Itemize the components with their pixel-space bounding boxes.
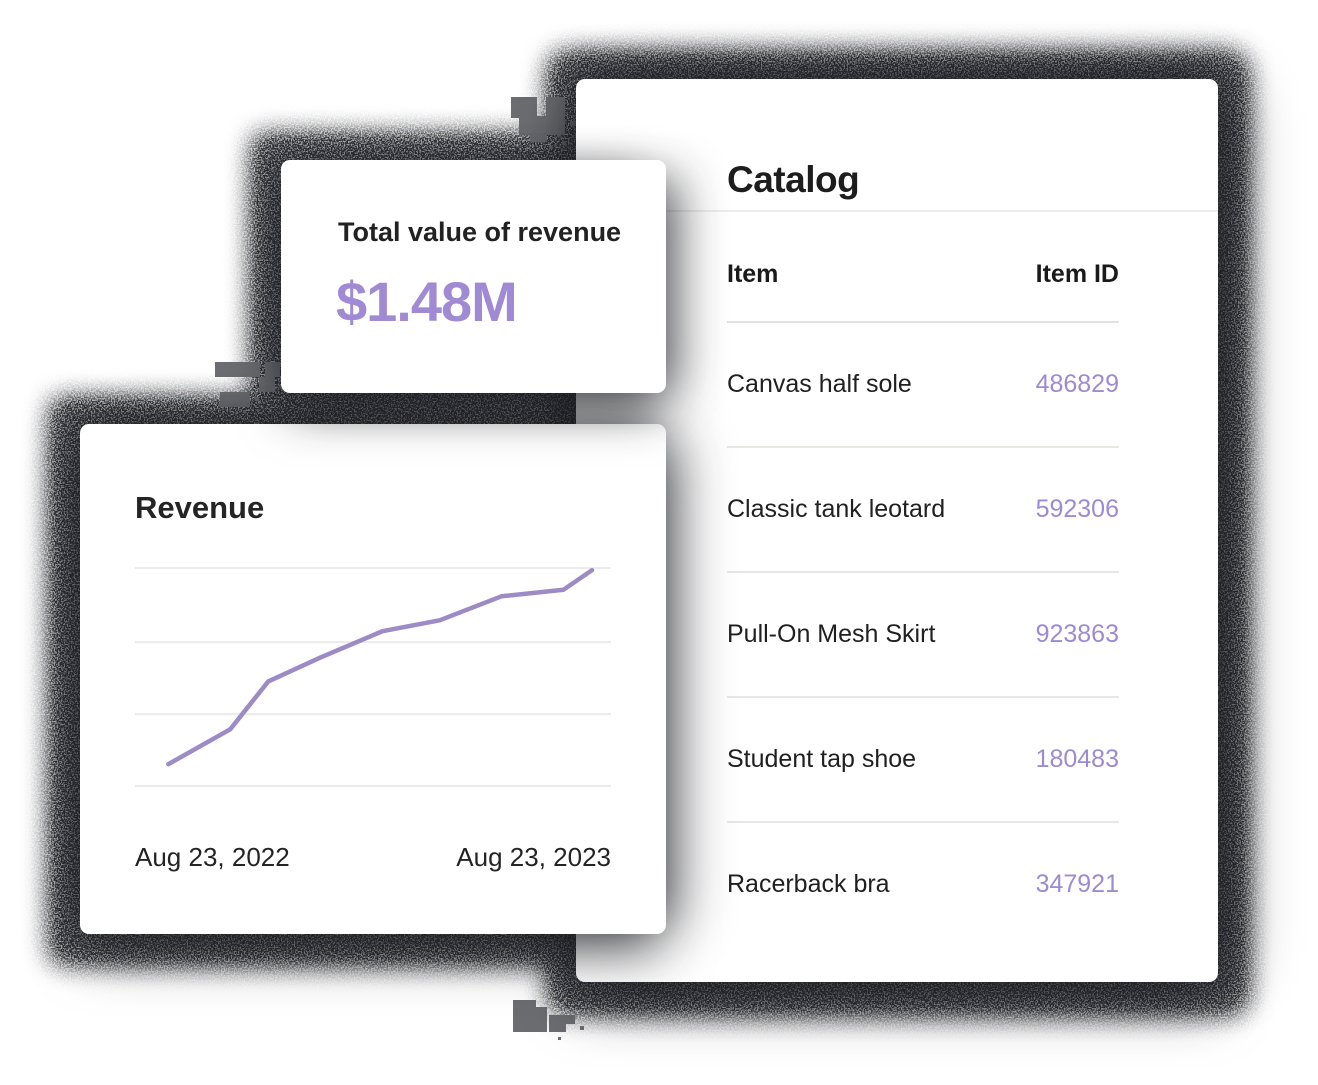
item-id-cell: 923863 [1035,620,1119,648]
revenue-chart-card: Revenue Aug 23, 2022 Aug 23, 2023 [80,424,666,934]
catalog-card: Catalog Item Item ID Canvas half sole 48… [576,79,1218,982]
item-id-cell: 486829 [1035,370,1119,398]
revenue-line-series [166,567,595,767]
catalog-table: Item Item ID Canvas half sole 486829 Cla… [727,211,1119,946]
table-row[interactable]: Student tap shoe 180483 [727,698,1119,823]
column-header-item: Item [727,259,779,288]
table-row[interactable]: Racerback bra 347921 [727,823,1119,946]
item-id-cell: 347921 [1035,870,1119,898]
dashboard-stage: Catalog Item Item ID Canvas half sole 48… [0,0,1318,1085]
total-revenue-card: Total value of revenue $1.48M [281,160,666,393]
total-revenue-value: $1.48M [336,270,518,333]
item-name-cell: Pull-On Mesh Skirt [727,620,936,648]
revenue-chart-title: Revenue [135,490,265,525]
item-id-cell: 180483 [1035,745,1119,773]
x-axis-end-label: Aug 23, 2023 [456,842,611,872]
column-header-item-id: Item ID [1035,259,1119,288]
table-row[interactable]: Pull-On Mesh Skirt 923863 [727,573,1119,698]
item-name-cell: Classic tank leotard [727,495,946,523]
item-name-cell: Canvas half sole [727,370,912,398]
catalog-table-header-row: Item Item ID [727,211,1119,323]
x-axis-labels: Aug 23, 2022 Aug 23, 2023 [135,842,611,873]
total-revenue-label: Total value of revenue [338,217,622,247]
item-id-cell: 592306 [1035,495,1119,523]
item-name-cell: Student tap shoe [727,745,917,773]
item-name-cell: Racerback bra [727,870,890,898]
catalog-card-title: Catalog [727,158,860,200]
x-axis-start-label: Aug 23, 2022 [135,842,290,872]
table-row[interactable]: Canvas half sole 486829 [727,323,1119,448]
revenue-chart-svg [135,567,611,787]
table-row[interactable]: Classic tank leotard 592306 [727,448,1119,573]
catalog-table-body: Canvas half sole 486829 Classic tank leo… [727,323,1119,946]
